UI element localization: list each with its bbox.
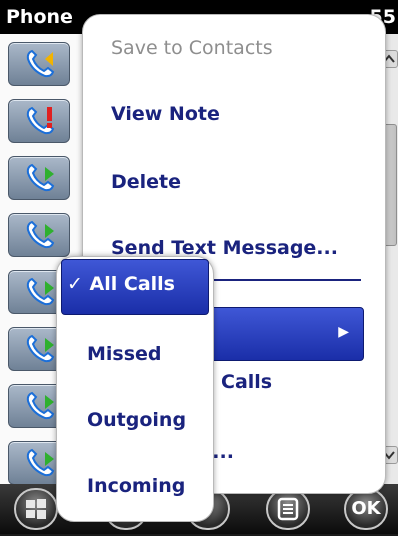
phone-missed-icon — [8, 99, 70, 143]
phone-outgoing-icon — [8, 42, 70, 86]
submenu-item-all-calls-label: All Calls — [89, 273, 175, 295]
menu-item-save-to-contacts[interactable]: Save to Contacts — [111, 37, 273, 59]
menu-item-delete[interactable]: Delete — [111, 171, 181, 193]
submenu-arrow-icon: ▶ — [338, 324, 349, 340]
filter-submenu: ✓ All Calls Missed Outgoing Incoming — [56, 256, 214, 522]
menu-item-view-note[interactable]: View Note — [111, 103, 220, 125]
menu-list-icon[interactable] — [266, 488, 310, 530]
submenu-item-outgoing[interactable]: Outgoing — [87, 409, 186, 431]
menu-item-calls-partial[interactable]: Calls — [221, 371, 272, 393]
phone-incoming-icon — [8, 213, 70, 257]
submenu-item-incoming[interactable]: Incoming — [87, 475, 185, 497]
checkmark-icon: ✓ — [67, 273, 83, 295]
start-windows-icon[interactable] — [14, 488, 58, 530]
phone-incoming-icon — [8, 156, 70, 200]
app-title: Phone — [6, 6, 73, 28]
ok-button[interactable]: OK — [344, 488, 388, 530]
submenu-item-missed[interactable]: Missed — [87, 343, 162, 365]
submenu-item-all-calls[interactable]: ✓ All Calls — [67, 273, 175, 295]
